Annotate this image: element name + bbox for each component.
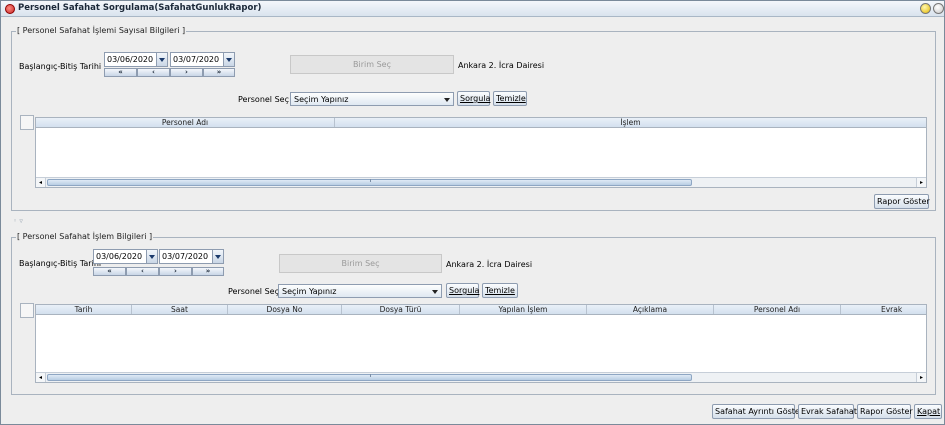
chevron-down-icon [444, 98, 450, 102]
personel-label: Personel Seç [238, 95, 289, 104]
personel-select[interactable]: Seçim Yapınız [278, 284, 442, 298]
start-date-combo[interactable]: 03/06/2020 [93, 249, 158, 264]
sorgula-button[interactable]: Sorgula [446, 283, 479, 298]
summary-group-title: [ Personel Safahat İşlemi Sayısal Bilgil… [16, 26, 187, 35]
scroll-grip [370, 374, 371, 377]
date-range-label: Başlangıç-Bitiş Tarihi [19, 62, 102, 71]
chevron-down-icon [432, 290, 438, 294]
birim-value: Ankara 2. İcra Dairesi [458, 61, 545, 70]
first-month-button[interactable]: « [93, 267, 126, 276]
chevron-down-icon[interactable] [212, 250, 223, 263]
sorgula-button[interactable]: Sorgula [457, 91, 490, 106]
end-date-combo[interactable]: 03/07/2020 [170, 52, 235, 67]
date-range-label: Başlangıç-Bitiş Tarihi [19, 259, 102, 268]
detail-table-corner[interactable] [20, 303, 34, 318]
detail-group-title: [ Personel Safahat İşlem Bilgileri ] [16, 232, 154, 241]
summary-table[interactable]: Personel Adı İşlem ◂ ▸ [35, 117, 927, 188]
prev-month-button[interactable]: ‹ [137, 68, 170, 77]
rapor-goster-footer-button[interactable]: Rapor Göster [857, 404, 913, 419]
col-personel-adi[interactable]: Personel Adı [714, 305, 841, 314]
kapat-button[interactable]: Kapat [914, 404, 942, 419]
next-month-button[interactable]: › [159, 267, 192, 276]
col-aciklama[interactable]: Açıklama [587, 305, 714, 314]
app-icon [5, 4, 15, 14]
end-date-value: 03/07/2020 [162, 252, 209, 261]
close-window-button[interactable] [933, 3, 944, 14]
last-month-button[interactable]: » [203, 68, 235, 77]
chevron-down-icon[interactable] [223, 53, 234, 66]
scroll-left-icon[interactable]: ◂ [36, 373, 46, 382]
start-date-value: 03/06/2020 [96, 252, 143, 261]
main-window: Personel Safahat Sorgulama(SafahatGunluk… [0, 0, 945, 425]
end-date-combo[interactable]: 03/07/2020 [159, 249, 224, 264]
safahat-ayrinti-button[interactable]: Safahat Ayrıntı Göster [712, 404, 803, 419]
next-month-button[interactable]: › [170, 68, 203, 77]
chevron-down-icon[interactable] [156, 53, 167, 66]
col-dosya-no[interactable]: Dosya No [228, 305, 342, 314]
detail-table[interactable]: Tarih Saat Dosya No Dosya Türü Yapılan İ… [35, 304, 927, 383]
personel-label: Personel Seç [228, 287, 279, 296]
scroll-right-icon[interactable]: ▸ [916, 178, 926, 187]
col-yapilan-islem[interactable]: Yapılan İşlem [460, 305, 587, 314]
personel-selected: Seçim Yapınız [282, 287, 337, 296]
personel-select[interactable]: Seçim Yapınız [290, 92, 454, 106]
col-tarih[interactable]: Tarih [36, 305, 132, 314]
scroll-grip [370, 179, 371, 182]
rapor-goster-button[interactable]: Rapor Göster [874, 194, 930, 209]
summary-hscrollbar[interactable]: ◂ ▸ [36, 177, 926, 187]
col-evrak[interactable]: Evrak [841, 305, 926, 314]
last-month-button[interactable]: » [192, 267, 224, 276]
detail-hscrollbar[interactable]: ◂ ▸ [36, 372, 926, 382]
birim-value: Ankara 2. İcra Dairesi [446, 260, 533, 269]
col-islem[interactable]: İşlem [335, 118, 926, 127]
scroll-left-icon[interactable]: ◂ [36, 178, 46, 187]
personel-selected: Seçim Yapınız [294, 95, 349, 104]
col-saat[interactable]: Saat [132, 305, 228, 314]
temizle-button[interactable]: Temizle [482, 283, 518, 298]
start-date-combo[interactable]: 03/06/2020 [104, 52, 168, 67]
minimize-button[interactable] [920, 3, 931, 14]
col-dosya-turu[interactable]: Dosya Türü [342, 305, 460, 314]
prev-month-button[interactable]: ‹ [126, 267, 159, 276]
birim-sec-button[interactable]: Birim Seç [279, 254, 442, 273]
start-date-value: 03/06/2020 [107, 55, 154, 64]
first-month-button[interactable]: « [104, 68, 137, 77]
temizle-button[interactable]: Temizle [493, 91, 527, 106]
col-personel-adi[interactable]: Personel Adı [36, 118, 335, 127]
title-bar[interactable]: Personel Safahat Sorgulama(SafahatGunluk… [1, 1, 944, 17]
chevron-down-icon[interactable] [146, 250, 157, 263]
splitter-handle[interactable]: ◦ ▿ [13, 217, 23, 225]
birim-sec-button[interactable]: Birim Seç [290, 55, 454, 74]
window-title: Personel Safahat Sorgulama(SafahatGunluk… [18, 3, 262, 13]
summary-table-header: Personel Adı İşlem [36, 118, 926, 128]
evrak-safahat-button[interactable]: Evrak Safahat [798, 404, 857, 419]
detail-table-header: Tarih Saat Dosya No Dosya Türü Yapılan İ… [36, 305, 926, 315]
scroll-right-icon[interactable]: ▸ [916, 373, 926, 382]
end-date-value: 03/07/2020 [173, 55, 220, 64]
summary-table-corner[interactable] [20, 115, 34, 130]
